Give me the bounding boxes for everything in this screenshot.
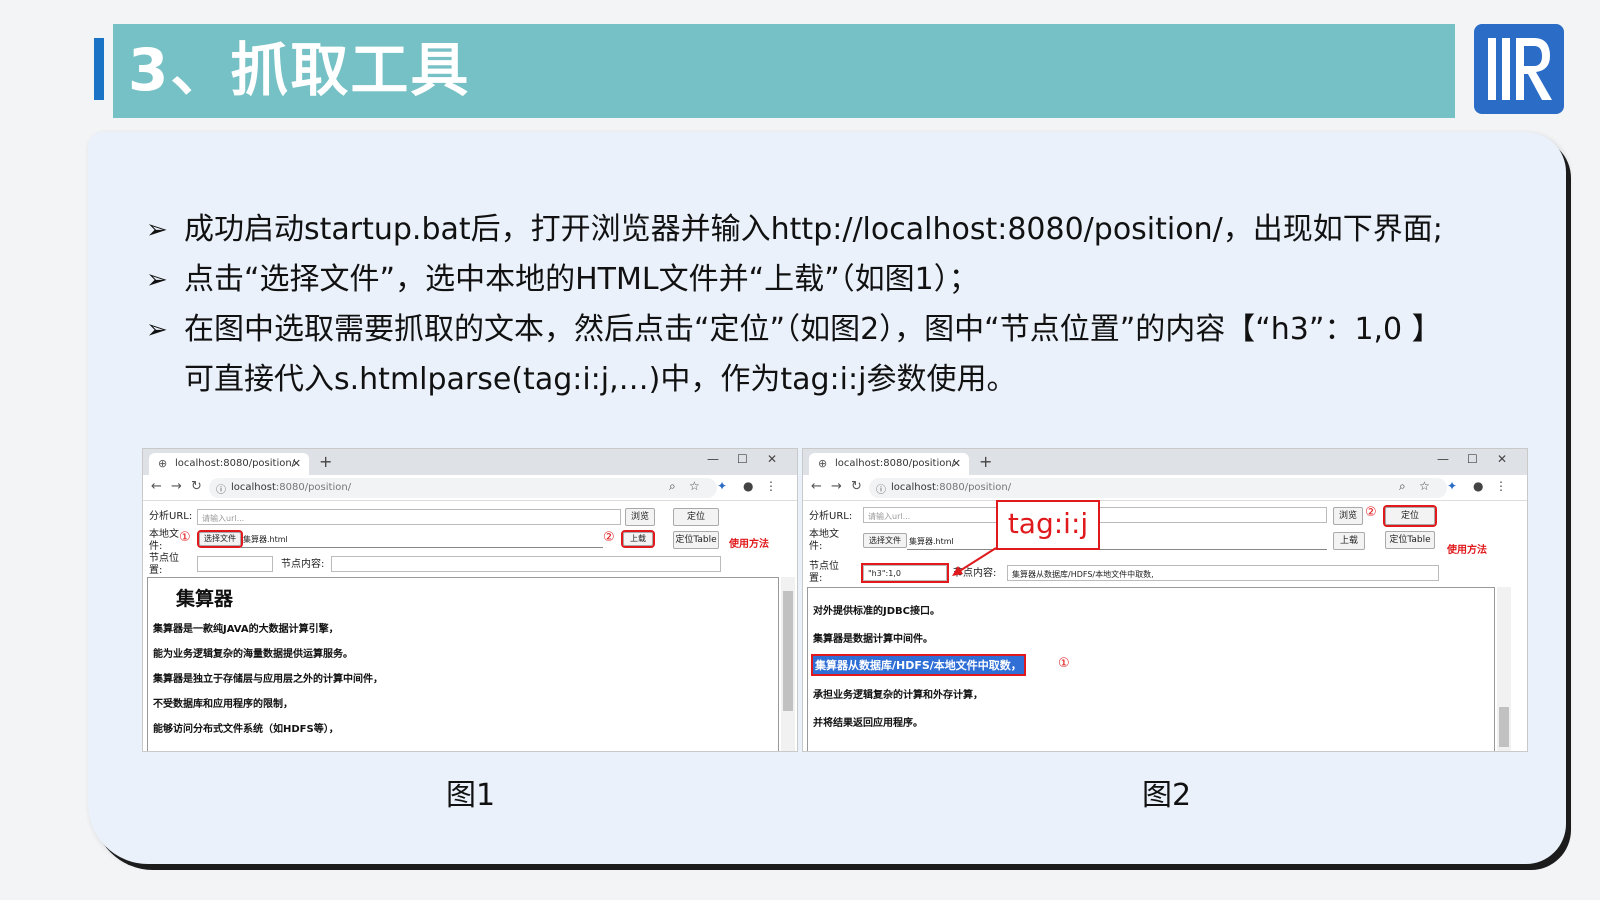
callout-arrow xyxy=(952,547,997,576)
figure-caption-1: 图1 xyxy=(446,778,496,813)
figure-caption-2: 图2 xyxy=(1142,778,1192,813)
